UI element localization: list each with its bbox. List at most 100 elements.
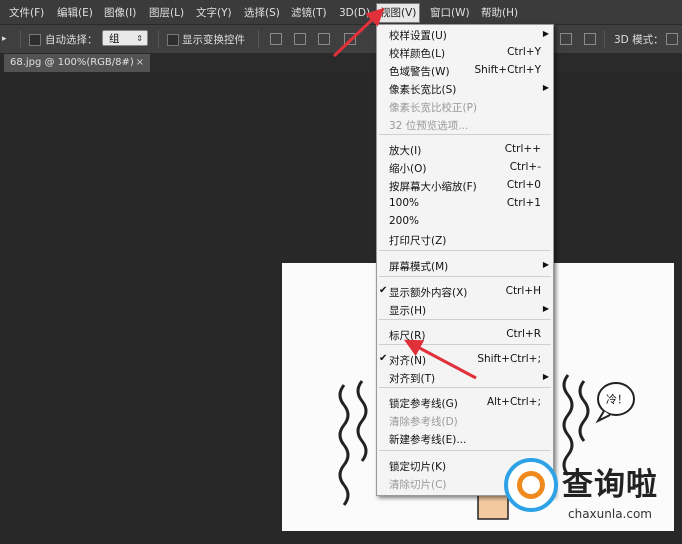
menu-separator [379, 276, 551, 277]
view-menu-item-label: 放大(I) [389, 145, 422, 157]
view-menu-item[interactable]: 新建参考线(E)... [377, 430, 553, 448]
auto-select-checkbox[interactable] [29, 34, 41, 46]
menu-view[interactable]: 视图(V) [376, 3, 421, 23]
submenu-arrow-icon: ▶ [542, 372, 549, 381]
menu-help[interactable]: 帮助(H) [481, 5, 518, 21]
auto-select-label: 自动选择： [45, 34, 98, 46]
view-menu-item-shortcut: Shift+Ctrl+Y [474, 64, 541, 76]
checkmark-icon: ✔ [379, 285, 388, 296]
tool-preset-arrow-icon[interactable]: ▸ [2, 34, 7, 44]
submenu-arrow-icon: ▶ [542, 83, 549, 92]
menu-separator [379, 387, 551, 388]
view-menu-item-label: 像素长宽比(S) [389, 84, 457, 96]
menu-separator [379, 134, 551, 135]
view-menu-item-label: 清除参考线(D) [389, 416, 458, 428]
view-menu-item[interactable]: 显示(H) ▶ [377, 301, 553, 319]
menu-type[interactable]: 文字(Y) [196, 5, 232, 21]
menu-filter[interactable]: 滤镜(T) [291, 5, 327, 21]
divider [604, 30, 605, 48]
view-menu-item-label: 色域警告(W) [389, 66, 450, 78]
align-top-icon[interactable] [270, 33, 282, 45]
view-menu-item-label: 校样设置(U) [389, 30, 447, 42]
submenu-arrow-icon: ▶ [542, 29, 549, 38]
options-bar: ▸ 自动选择： 组 ⇕ 显示变换控件 3D 模式： [0, 25, 682, 54]
view-menu-item-shortcut: Alt+Ctrl+; [486, 396, 541, 408]
view-menu-item[interactable]: 锁定参考线(G) Alt+Ctrl+; [377, 394, 553, 412]
view-menu-item[interactable]: 缩小(O) Ctrl+- [377, 159, 553, 177]
menu-separator [379, 344, 551, 345]
document-tab-bar: 68.jpg @ 100%(RGB/8#) × [0, 54, 682, 72]
view-menu-item[interactable]: 打印尺寸(Z) [377, 231, 553, 249]
view-menu-item-label: 32 位预览选项... [389, 120, 469, 132]
view-menu-item-label: 显示(H) [389, 305, 427, 317]
view-menu-item-label: 对齐到(T) [389, 373, 436, 385]
menu-bar: 文件(F) 编辑(E) 图像(I) 图层(L) 文字(Y) 选择(S) 滤镜(T… [0, 0, 682, 25]
view-menu-item[interactable]: 色域警告(W) Shift+Ctrl+Y [377, 62, 553, 80]
view-menu-item-shortcut: Ctrl+0 [506, 179, 541, 191]
view-menu-item[interactable]: 校样颜色(L) Ctrl+Y [377, 44, 553, 62]
view-menu-item-label: 100% [389, 197, 420, 209]
view-menu-item-label: 新建参考线(E)... [389, 434, 467, 446]
view-menu-item: 32 位预览选项... [377, 116, 553, 134]
view-menu-item-label: 200% [389, 215, 420, 227]
view-menu: 校样设置(U) ▶ 校样颜色(L) Ctrl+Y 色域警告(W) Shift+Ctrl+Y… [376, 24, 554, 496]
divider [20, 30, 21, 48]
menu-edit[interactable]: 编辑(E) [57, 5, 93, 21]
menu-window[interactable]: 窗口(W) [430, 5, 470, 21]
document-tab-title: 68.jpg @ 100%(RGB/8#) [10, 57, 134, 68]
align-bottom-icon[interactable] [318, 33, 330, 45]
view-menu-item[interactable]: 100% Ctrl+1 [377, 195, 553, 213]
divider [158, 30, 159, 48]
view-menu-item-label: 标尺(R) [389, 330, 426, 342]
view-menu-item[interactable]: 校样设置(U) ▶ [377, 26, 553, 44]
view-menu-item-label: 打印尺寸(Z) [389, 235, 447, 247]
auto-align-icon[interactable] [584, 33, 596, 45]
view-menu-item[interactable]: 按屏幕大小缩放(F) Ctrl+0 [377, 177, 553, 195]
menu-separator [379, 250, 551, 251]
view-menu-item-shortcut: Ctrl+R [506, 328, 541, 340]
view-menu-item[interactable]: ✔ 显示额外内容(X) Ctrl+H [377, 283, 553, 301]
view-menu-item-label: 按屏幕大小缩放(F) [389, 181, 477, 193]
watermark-name: 查询啦 [562, 467, 658, 503]
view-menu-item-shortcut: Ctrl+- [509, 161, 541, 173]
close-icon[interactable]: × [136, 54, 144, 72]
menu-file[interactable]: 文件(F) [9, 5, 44, 21]
view-menu-item[interactable]: 屏幕模式(M) ▶ [377, 257, 553, 275]
menu-3d[interactable]: 3D(D) [339, 5, 370, 21]
view-menu-item-label: 清除切片(C) [389, 479, 447, 491]
view-menu-item[interactable]: 标尺(R) Ctrl+R [377, 326, 553, 344]
view-menu-item[interactable]: ✔ 对齐(N) Shift+Ctrl+; [377, 351, 553, 369]
view-menu-item-label: 对齐(N) [389, 355, 427, 367]
view-menu-item-label: 缩小(O) [389, 163, 427, 175]
view-menu-item[interactable]: 像素长宽比(S) ▶ [377, 80, 553, 98]
menu-layer[interactable]: 图层(L) [149, 5, 184, 21]
view-menu-item-label: 锁定参考线(G) [389, 398, 458, 410]
view-menu-item[interactable]: 对齐到(T) ▶ [377, 369, 553, 387]
view-menu-item[interactable]: 200% [377, 213, 553, 231]
align-vcenter-icon[interactable] [294, 33, 306, 45]
distribute-icon[interactable] [560, 33, 572, 45]
view-menu-item: 清除参考线(D) [377, 412, 553, 430]
view-menu-item: 像素长宽比校正(P) [377, 98, 553, 116]
watermark-url: chaxunla.com [568, 507, 652, 521]
auto-select-dropdown[interactable]: 组 ⇕ [102, 30, 148, 46]
menu-image[interactable]: 图像(I) [104, 5, 136, 21]
view-menu-item-label: 显示额外内容(X) [389, 287, 468, 299]
view-menu-item-shortcut: Ctrl++ [504, 143, 541, 155]
document-tab[interactable]: 68.jpg @ 100%(RGB/8#) × [4, 54, 150, 72]
view-menu-item-shortcut: Shift+Ctrl+; [477, 353, 541, 365]
view-menu-item-label: 锁定切片(K) [389, 461, 447, 473]
3d-rotate-icon[interactable] [666, 33, 678, 45]
watermark-logo-icon [504, 458, 558, 512]
view-menu-item-shortcut: Ctrl+1 [506, 197, 541, 209]
view-menu-item-label: 校样颜色(L) [389, 48, 446, 60]
view-menu-item[interactable]: 放大(I) Ctrl++ [377, 141, 553, 159]
align-left-icon[interactable] [344, 33, 356, 45]
divider [258, 30, 259, 48]
3d-mode-label: 3D 模式： [614, 34, 664, 46]
show-transform-checkbox[interactable] [167, 34, 179, 46]
view-menu-item-shortcut: Ctrl+Y [507, 46, 541, 58]
menu-select[interactable]: 选择(S) [244, 5, 280, 21]
dropdown-arrow-icon: ⇕ [136, 34, 143, 43]
checkmark-icon: ✔ [379, 353, 388, 364]
